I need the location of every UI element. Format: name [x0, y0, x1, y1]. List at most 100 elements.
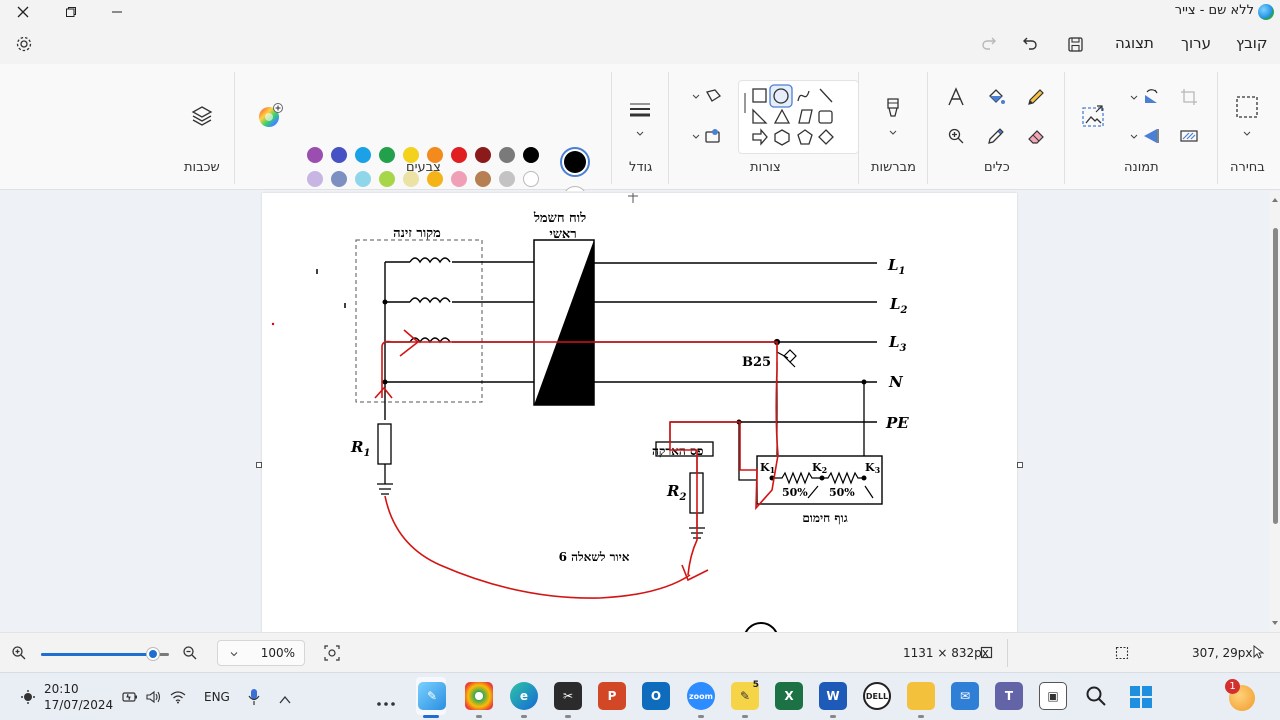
color-swatch[interactable] — [355, 147, 371, 163]
color-swatch[interactable] — [499, 147, 515, 163]
settings-button[interactable] — [12, 32, 36, 56]
mail-taskbar-button[interactable]: ✉ — [951, 682, 979, 710]
restore-window-button[interactable] — [48, 0, 94, 24]
notifications-button[interactable]: 1 — [1225, 679, 1255, 711]
magnifier-tool[interactable] — [943, 123, 969, 149]
task-view-button[interactable]: ▣ — [1039, 682, 1067, 710]
start-button[interactable] — [1129, 685, 1153, 713]
color-swatch[interactable] — [331, 147, 347, 163]
zoom-out-button[interactable] — [182, 645, 198, 665]
primary-color-ring[interactable] — [560, 147, 590, 177]
color-swatch[interactable] — [475, 171, 491, 187]
eraser-tool[interactable] — [1023, 123, 1049, 149]
color-swatch[interactable] — [523, 147, 539, 163]
excel-taskbar-button[interactable]: X — [775, 682, 803, 710]
color-swatch[interactable] — [379, 147, 395, 163]
powerpoint-taskbar-button[interactable]: P — [598, 682, 626, 710]
mic-icon — [248, 689, 260, 705]
edge-taskbar-button[interactable]: e — [510, 682, 538, 710]
windows-logo-icon — [1130, 686, 1152, 708]
color-wheel-icon — [259, 103, 283, 127]
panel-label-1: לוח חשמל — [533, 211, 586, 226]
file-explorer-taskbar-button[interactable] — [907, 682, 935, 710]
dell-taskbar-button[interactable]: DELL — [863, 682, 891, 710]
group-label-brushes: מברשות — [871, 160, 916, 175]
microphone-icon[interactable] — [247, 688, 261, 710]
color-swatch[interactable] — [475, 147, 491, 163]
fill-tool[interactable] — [983, 84, 1009, 110]
color-swatch[interactable] — [331, 171, 347, 187]
menu-file[interactable]: קובץ — [1236, 34, 1268, 52]
weather-widget[interactable] — [20, 689, 36, 709]
select-button[interactable] — [1234, 94, 1260, 120]
resize-handle-right[interactable] — [1017, 462, 1023, 468]
menu-view[interactable]: תצוגה — [1115, 34, 1154, 52]
battery-plug-icon — [122, 692, 137, 702]
chevron-down-icon — [692, 94, 700, 99]
resize-button[interactable] — [1176, 123, 1202, 149]
color-swatch[interactable] — [499, 171, 515, 187]
canvas-workspace[interactable]: מקור זינה לוח חשמל ראשי L1 L2 L3 N PE B2… — [0, 191, 1270, 632]
divider — [1217, 72, 1218, 184]
shape-outline-dropdown[interactable] — [683, 83, 709, 109]
brushes-button[interactable] — [880, 94, 906, 120]
color-picker-tool[interactable] — [983, 123, 1009, 149]
color-swatch[interactable] — [451, 147, 467, 163]
title-bar: ללא שם - צייר — [0, 0, 1280, 24]
outlook-taskbar-button[interactable]: O — [642, 682, 670, 710]
battery-icon[interactable] — [122, 689, 138, 708]
vertical-scrollbar-thumb[interactable] — [1273, 228, 1278, 524]
brushes-dropdown[interactable] — [880, 119, 906, 145]
zoom-level-select[interactable]: 100% — [217, 640, 305, 666]
color-swatch[interactable] — [355, 171, 371, 187]
layers-button[interactable] — [189, 103, 215, 129]
fit-to-window-button[interactable] — [324, 645, 340, 665]
notes-badge: 5 — [752, 680, 759, 690]
zoom-slider-thumb[interactable] — [147, 648, 159, 660]
color-swatch[interactable] — [307, 147, 323, 163]
close-window-button[interactable] — [0, 0, 46, 24]
paint-taskbar-button[interactable]: ✎ — [418, 682, 446, 710]
language-indicator[interactable]: ENG — [204, 690, 230, 704]
word-taskbar-button[interactable]: W — [819, 682, 847, 710]
edit-colors-button[interactable] — [257, 103, 283, 129]
undo-button[interactable] — [1018, 32, 1042, 56]
menu-edit[interactable]: ערוך — [1181, 34, 1211, 52]
onenote-taskbar-button[interactable]: ✎ 5 — [731, 680, 759, 710]
wifi-icon[interactable] — [170, 689, 186, 708]
minimize-window-button[interactable] — [94, 0, 140, 24]
more-apps-button[interactable] — [376, 692, 396, 711]
clock-date[interactable]: 17/07/2024 — [44, 698, 113, 712]
color-swatch[interactable] — [379, 171, 395, 187]
running-indicator — [918, 715, 924, 718]
crop-button[interactable] — [1176, 84, 1202, 110]
color-swatch[interactable] — [451, 171, 467, 187]
canvas-size-readout: 1131 × 832px — [903, 646, 989, 660]
show-hidden-icons-button[interactable] — [279, 690, 291, 709]
text-tool[interactable] — [943, 84, 969, 110]
earth-bar-label: פס הארקה — [652, 444, 703, 458]
pencil-tool[interactable] — [1023, 84, 1049, 110]
snipping-tool-taskbar-button[interactable]: ✂ — [554, 682, 582, 710]
color-swatch[interactable] — [523, 171, 539, 187]
save-button[interactable] — [1063, 32, 1087, 56]
chrome-taskbar-button[interactable] — [465, 682, 493, 710]
drawing-canvas[interactable]: מקור זינה לוח חשמל ראשי L1 L2 L3 N PE B2… — [262, 193, 1017, 632]
clock-time[interactable]: 20:10 — [44, 682, 79, 696]
shape-fill-dropdown[interactable] — [683, 123, 709, 149]
zoom-taskbar-button[interactable]: zoom — [687, 682, 715, 710]
flip-dropdown[interactable] — [1121, 123, 1147, 149]
rotate-dropdown[interactable] — [1121, 84, 1147, 110]
teams-taskbar-button[interactable]: T — [995, 682, 1023, 710]
redo-button[interactable] — [977, 32, 1001, 56]
image-select-icon — [1082, 105, 1104, 127]
image-tools-button[interactable] — [1080, 103, 1106, 129]
size-dropdown[interactable] — [627, 120, 653, 146]
excel-icon: X — [784, 689, 794, 703]
volume-icon[interactable] — [146, 689, 162, 708]
color-swatch[interactable] — [307, 171, 323, 187]
select-dropdown[interactable] — [1234, 120, 1260, 146]
search-button[interactable] — [1085, 685, 1107, 711]
divider — [1007, 639, 1008, 667]
zoom-in-button[interactable] — [11, 645, 27, 665]
